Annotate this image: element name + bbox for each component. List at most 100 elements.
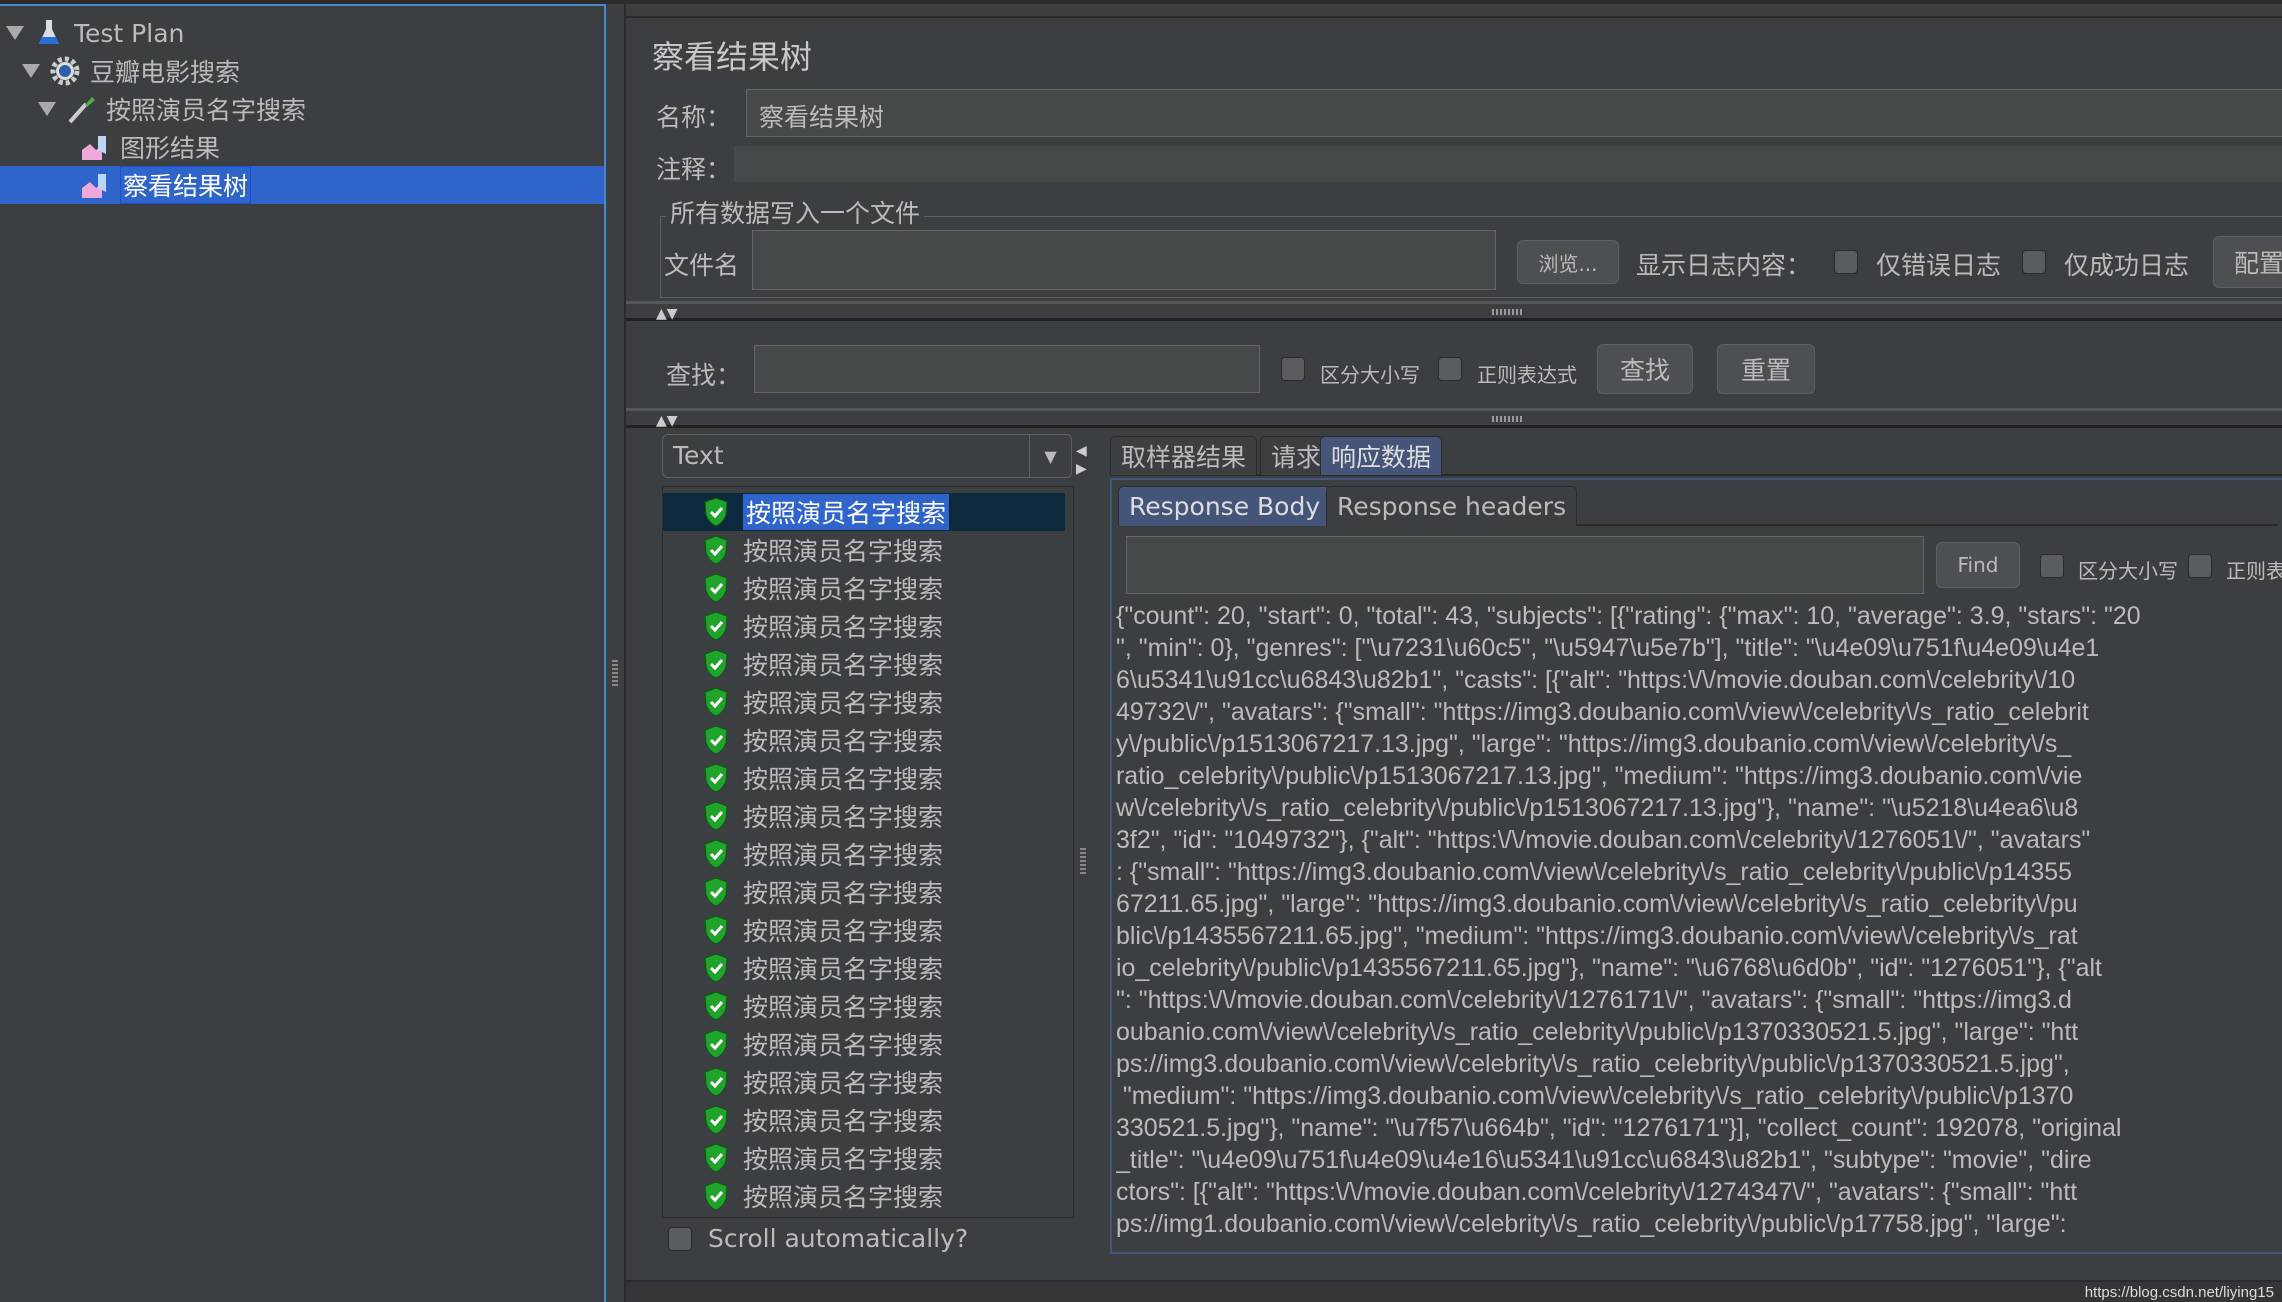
- renderer-value: Text: [673, 441, 724, 470]
- success-shield-icon: [704, 611, 728, 641]
- response-line: ratio_celebrity\/public\/p1513067217.13.…: [1116, 762, 2083, 790]
- collapse-splitter[interactable]: ▲▼: [626, 408, 2282, 429]
- tree-item-view-results-tree[interactable]: 察看结果树: [0, 166, 604, 204]
- sample-result-item[interactable]: 按照演员名字搜索: [663, 1177, 1065, 1215]
- response-line: oubanio.com\/view\/celebrity\/s_ratio_ce…: [1116, 1018, 2079, 1046]
- regex-checkbox[interactable]: [1438, 357, 1462, 381]
- page-title: 察看结果树: [652, 38, 813, 76]
- chevron-down-icon[interactable]: ▼: [1029, 435, 1071, 477]
- comment-label: 注释：: [656, 155, 732, 184]
- response-body-text[interactable]: {"count": 20, "start": 0, "total": 43, "…: [1116, 600, 2282, 1246]
- response-line: w\/celebrity\/s_ratio_celebrity\/public\…: [1116, 794, 2079, 822]
- search-input[interactable]: [754, 345, 1260, 393]
- case-sensitive-checkbox[interactable]: [1281, 357, 1305, 381]
- sample-label: 按照演员名字搜索: [743, 1183, 944, 1212]
- results-splitter[interactable]: ◀ ▶: [1074, 434, 1092, 1254]
- sample-result-item[interactable]: 按照演员名字搜索: [663, 797, 1065, 835]
- tree-item-thread-group[interactable]: 豆瓣电影搜索: [22, 52, 240, 90]
- splitter-grip-icon[interactable]: [1080, 848, 1086, 874]
- collapse-arrows-icon[interactable]: ◀ ▶: [1076, 442, 1087, 478]
- response-case-checkbox[interactable]: [2040, 554, 2064, 578]
- sample-result-item[interactable]: 按照演员名字搜索: [663, 493, 1065, 531]
- tree-item-test-plan[interactable]: Test Plan: [6, 14, 184, 52]
- sample-result-item[interactable]: 按照演员名字搜索: [663, 873, 1065, 911]
- test-plan-tree[interactable]: Test Plan 豆瓣电影搜索 按照演员名字搜索 图形结果 察看结果树: [0, 4, 606, 1302]
- tree-item-label: 豆瓣电影搜索: [90, 58, 241, 87]
- sample-result-item[interactable]: 按照演员名字搜索: [663, 569, 1065, 607]
- success-shield-icon: [704, 1029, 728, 1059]
- collapse-arrows-icon[interactable]: ▲▼: [656, 413, 678, 429]
- response-line: {"count": 20, "start": 0, "total": 43, "…: [1116, 602, 2141, 630]
- reset-button[interactable]: 重置: [1717, 344, 1815, 394]
- tab-sampler-result[interactable]: 取样器结果: [1110, 436, 1258, 475]
- errors-only-checkbox[interactable]: [1834, 250, 1858, 274]
- log-content-label: 显示日志内容：: [1636, 251, 1812, 280]
- find-button[interactable]: 查找: [1597, 344, 1693, 394]
- sample-result-item[interactable]: 按照演员名字搜索: [663, 645, 1065, 683]
- response-regex-checkbox[interactable]: [2188, 554, 2212, 578]
- collapse-arrows-icon[interactable]: ▲▼: [656, 306, 678, 322]
- tree-item-graph-results[interactable]: 图形结果: [80, 128, 220, 166]
- response-find-input[interactable]: [1126, 536, 1924, 594]
- expand-arrow-icon[interactable]: [6, 26, 24, 40]
- response-line: ps://img3.doubanio.com\/view\/celebrity\…: [1116, 1050, 2070, 1078]
- response-data-panel: Response Body Response headers Find 区分大小…: [1110, 478, 2282, 1254]
- sample-label: 按照演员名字搜索: [743, 955, 944, 984]
- splitter-grip-icon[interactable]: [1492, 416, 1522, 422]
- sample-result-item[interactable]: 按照演员名字搜索: [663, 531, 1065, 569]
- flask-icon: [39, 20, 59, 44]
- sample-result-item[interactable]: 按照演员名字搜索: [663, 1139, 1065, 1177]
- success-shield-icon: [704, 991, 728, 1021]
- gear-icon: [50, 56, 80, 86]
- success-shield-icon: [704, 573, 728, 603]
- response-line: "medium": "https://img3.doubanio.com\/vi…: [1116, 1082, 2074, 1110]
- success-shield-icon: [704, 1143, 728, 1173]
- response-find-button[interactable]: Find: [1936, 542, 2020, 588]
- success-shield-icon: [704, 763, 728, 793]
- success-shield-icon: [704, 915, 728, 945]
- sample-result-item[interactable]: 按照演员名字搜索: [663, 721, 1065, 759]
- sample-result-item[interactable]: 按照演员名字搜索: [663, 949, 1065, 987]
- graph-icon: [82, 136, 106, 160]
- tree-item-sampler[interactable]: 按照演员名字搜索: [38, 90, 306, 128]
- configure-button[interactable]: 配置: [2213, 236, 2282, 288]
- scroll-automatically-label: Scroll automatically?: [708, 1224, 969, 1253]
- browse-button[interactable]: 浏览...: [1517, 240, 1619, 284]
- sample-result-item[interactable]: 按照演员名字搜索: [663, 607, 1065, 645]
- scroll-automatically-checkbox[interactable]: [668, 1227, 692, 1251]
- splitter-grip-icon[interactable]: [612, 660, 618, 686]
- success-shield-icon: [704, 687, 728, 717]
- sample-result-item[interactable]: 按照演员名字搜索: [663, 1063, 1065, 1101]
- comment-input[interactable]: [734, 146, 2282, 182]
- sample-result-item[interactable]: 按照演员名字搜索: [663, 911, 1065, 949]
- splitter-grip-icon[interactable]: [1492, 309, 1522, 315]
- response-line: _title": "\u4e09\u751f\u4e09\u4e16\u5341…: [1116, 1146, 2092, 1174]
- sample-result-item[interactable]: 按照演员名字搜索: [663, 987, 1065, 1025]
- expand-arrow-icon[interactable]: [38, 102, 56, 116]
- response-line: 67211.65.jpg", "large": "https://img3.do…: [1116, 890, 2078, 918]
- sample-result-item[interactable]: 按照演员名字搜索: [663, 759, 1065, 797]
- tab-response-headers[interactable]: Response headers: [1326, 486, 1578, 526]
- expand-arrow-icon[interactable]: [22, 64, 40, 78]
- collapse-splitter[interactable]: ▲▼: [626, 301, 2282, 322]
- sample-label: 按照演员名字搜索: [743, 1069, 944, 1098]
- sample-label: 按照演员名字搜索: [743, 917, 944, 946]
- tab-response-data[interactable]: 响应数据: [1320, 436, 1443, 475]
- sample-label: 按照演员名字搜索: [743, 879, 944, 908]
- sample-label: 按照演员名字搜索: [743, 727, 944, 756]
- filename-input[interactable]: [752, 230, 1496, 290]
- sample-result-item[interactable]: 按照演员名字搜索: [663, 1025, 1065, 1063]
- success-shield-icon: [704, 801, 728, 831]
- panel-splitter[interactable]: [606, 4, 626, 1302]
- renderer-select[interactable]: Text ▼: [662, 434, 1072, 478]
- sample-result-item[interactable]: 按照演员名字搜索: [663, 1101, 1065, 1139]
- sample-results-list[interactable]: 按照演员名字搜索 按照演员名字搜索 按照演员名字搜索 按照演员名字搜索 按照演员名字搜索…: [662, 486, 1074, 1218]
- sample-result-item[interactable]: 按照演员名字搜索: [663, 683, 1065, 721]
- tab-response-body[interactable]: Response Body: [1118, 486, 1332, 526]
- name-value: 察看结果树: [759, 103, 885, 132]
- sample-result-item[interactable]: 按照演员名字搜索: [663, 835, 1065, 873]
- name-input[interactable]: 察看结果树: [746, 89, 2282, 137]
- sample-label: 按照演员名字搜索: [743, 1031, 944, 1060]
- success-only-checkbox[interactable]: [2022, 250, 2046, 274]
- success-shield-icon: [704, 725, 728, 755]
